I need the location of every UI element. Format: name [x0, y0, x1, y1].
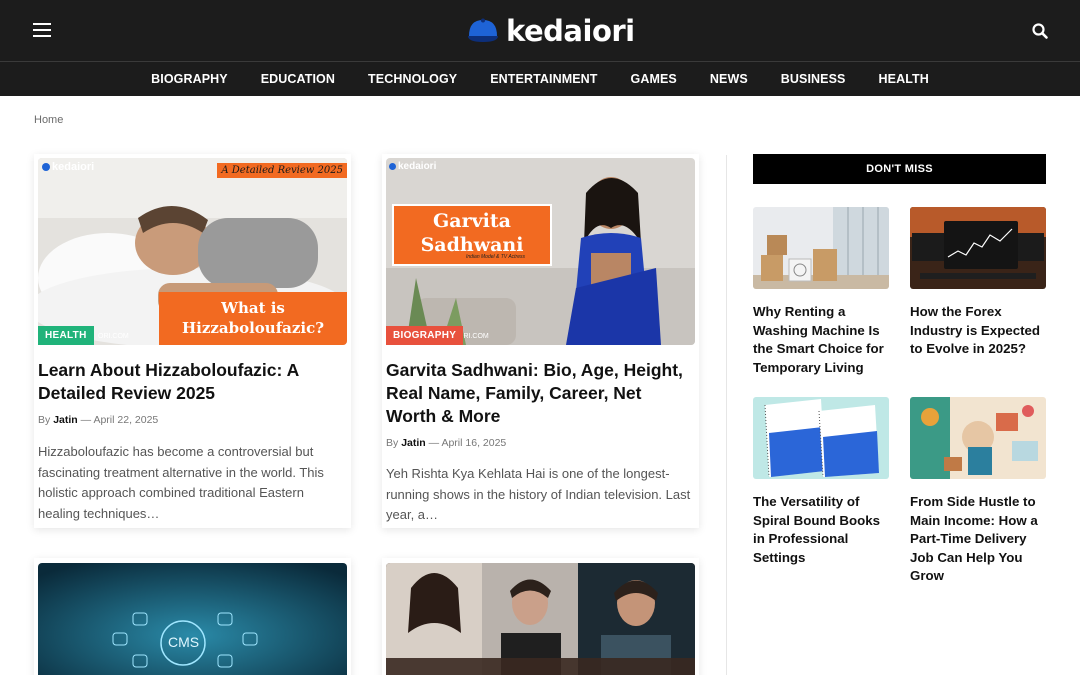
site-logo[interactable]: kedaiori: [466, 14, 635, 48]
post-date: — April 16, 2025: [428, 437, 507, 449]
delivery-job-illustration: [910, 397, 1046, 479]
nav-item-business[interactable]: BUSINESS: [781, 72, 846, 86]
sidebar-post[interactable]: From Side Hustle to Main Income: How a P…: [910, 397, 1046, 586]
post-card: CMS: [34, 558, 351, 675]
search-icon[interactable]: [1031, 22, 1049, 40]
post-date: — April 22, 2025: [80, 414, 159, 426]
author-link[interactable]: Jatin: [401, 437, 426, 449]
sidebar-thumbnail[interactable]: [910, 207, 1046, 289]
site-watermark: kedaiori: [389, 161, 436, 172]
breadcrumb[interactable]: Home: [34, 114, 63, 126]
post-thumbnail[interactable]: CMS: [38, 563, 347, 675]
post-title[interactable]: Garvita Sadhwani: Bio, Age, Height, Real…: [386, 359, 691, 428]
sidebar-thumbnail[interactable]: [910, 397, 1046, 479]
post-excerpt: Yeh Rishta Kya Kehlata Hai is one of the…: [386, 466, 691, 522]
post-thumbnail[interactable]: kedaiori Garvita Sadhwani Indian Model &…: [386, 158, 695, 345]
sidebar-post-title[interactable]: How the Forex Industry is Expected to Ev…: [910, 303, 1046, 359]
column-divider: [726, 155, 727, 675]
post-excerpt: Hizzaboloufazic has become a controversi…: [38, 444, 324, 521]
sidebar-post[interactable]: The Versatility of Spiral Bound Books in…: [753, 397, 889, 567]
nav-item-biography[interactable]: BIOGRAPHY: [151, 72, 228, 86]
post-card: kedaiori A Detailed Review 2025 What is …: [34, 154, 351, 528]
image-cms-label: CMS: [168, 634, 200, 650]
sidebar-post-title[interactable]: The Versatility of Spiral Bound Books in…: [753, 493, 889, 567]
sidebar-thumbnail[interactable]: [753, 397, 889, 479]
forex-trading-desk-illustration: [910, 207, 1046, 289]
site-watermark: kedaiori: [42, 161, 94, 173]
logo-text: kedaiori: [506, 14, 635, 48]
post-meta: By Jatin — April 22, 2025: [38, 414, 159, 426]
nav-item-health[interactable]: HEALTH: [879, 72, 929, 86]
nav-item-technology[interactable]: TECHNOLOGY: [368, 72, 457, 86]
main-nav: BIOGRAPHY EDUCATION TECHNOLOGY ENTERTAIN…: [0, 61, 1080, 96]
dont-miss-heading: DON'T MISS: [753, 154, 1046, 184]
sidebar-thumbnail[interactable]: [753, 207, 889, 289]
cms-tech-illustration: [38, 563, 347, 675]
post-title[interactable]: Learn About Hizzaboloufazic: A Detailed …: [38, 359, 338, 405]
post-card: [382, 558, 699, 675]
sidebar-post-title[interactable]: Why Renting a Washing Machine Is the Sma…: [753, 303, 889, 377]
nav-item-entertainment[interactable]: ENTERTAINMENT: [490, 72, 597, 86]
nav-item-games[interactable]: GAMES: [631, 72, 677, 86]
image-site-url: ORI.COM: [98, 333, 129, 340]
image-banner-main: What is Hizzaboloufazic?: [159, 292, 347, 345]
post-meta: By Jatin — April 16, 2025: [386, 437, 507, 449]
sidebar-post[interactable]: Why Renting a Washing Machine Is the Sma…: [753, 207, 889, 377]
category-badge[interactable]: HEALTH: [38, 326, 94, 345]
post-thumbnail[interactable]: kedaiori A Detailed Review 2025 What is …: [38, 158, 347, 345]
washing-machine-room-illustration: [753, 207, 889, 289]
post-thumbnail[interactable]: [386, 563, 695, 675]
category-badge[interactable]: BIOGRAPHY: [386, 326, 464, 345]
image-name-sub: Indian Model & TV Actress: [466, 254, 526, 260]
author-link[interactable]: Jatin: [53, 414, 78, 426]
nav-item-news[interactable]: NEWS: [710, 72, 748, 86]
hamburger-menu-icon[interactable]: [33, 23, 51, 37]
cap-logo-icon: [466, 16, 500, 46]
people-collage-illustration: [386, 563, 695, 675]
site-header: kedaiori: [0, 0, 1080, 61]
post-card: kedaiori Garvita Sadhwani Indian Model &…: [382, 154, 699, 528]
image-banner-top: A Detailed Review 2025: [217, 163, 347, 178]
sidebar-post-title[interactable]: From Side Hustle to Main Income: How a P…: [910, 493, 1046, 586]
nav-item-education[interactable]: EDUCATION: [261, 72, 335, 86]
spiral-books-illustration: [753, 397, 889, 479]
sidebar-post[interactable]: How the Forex Industry is Expected to Ev…: [910, 207, 1046, 359]
